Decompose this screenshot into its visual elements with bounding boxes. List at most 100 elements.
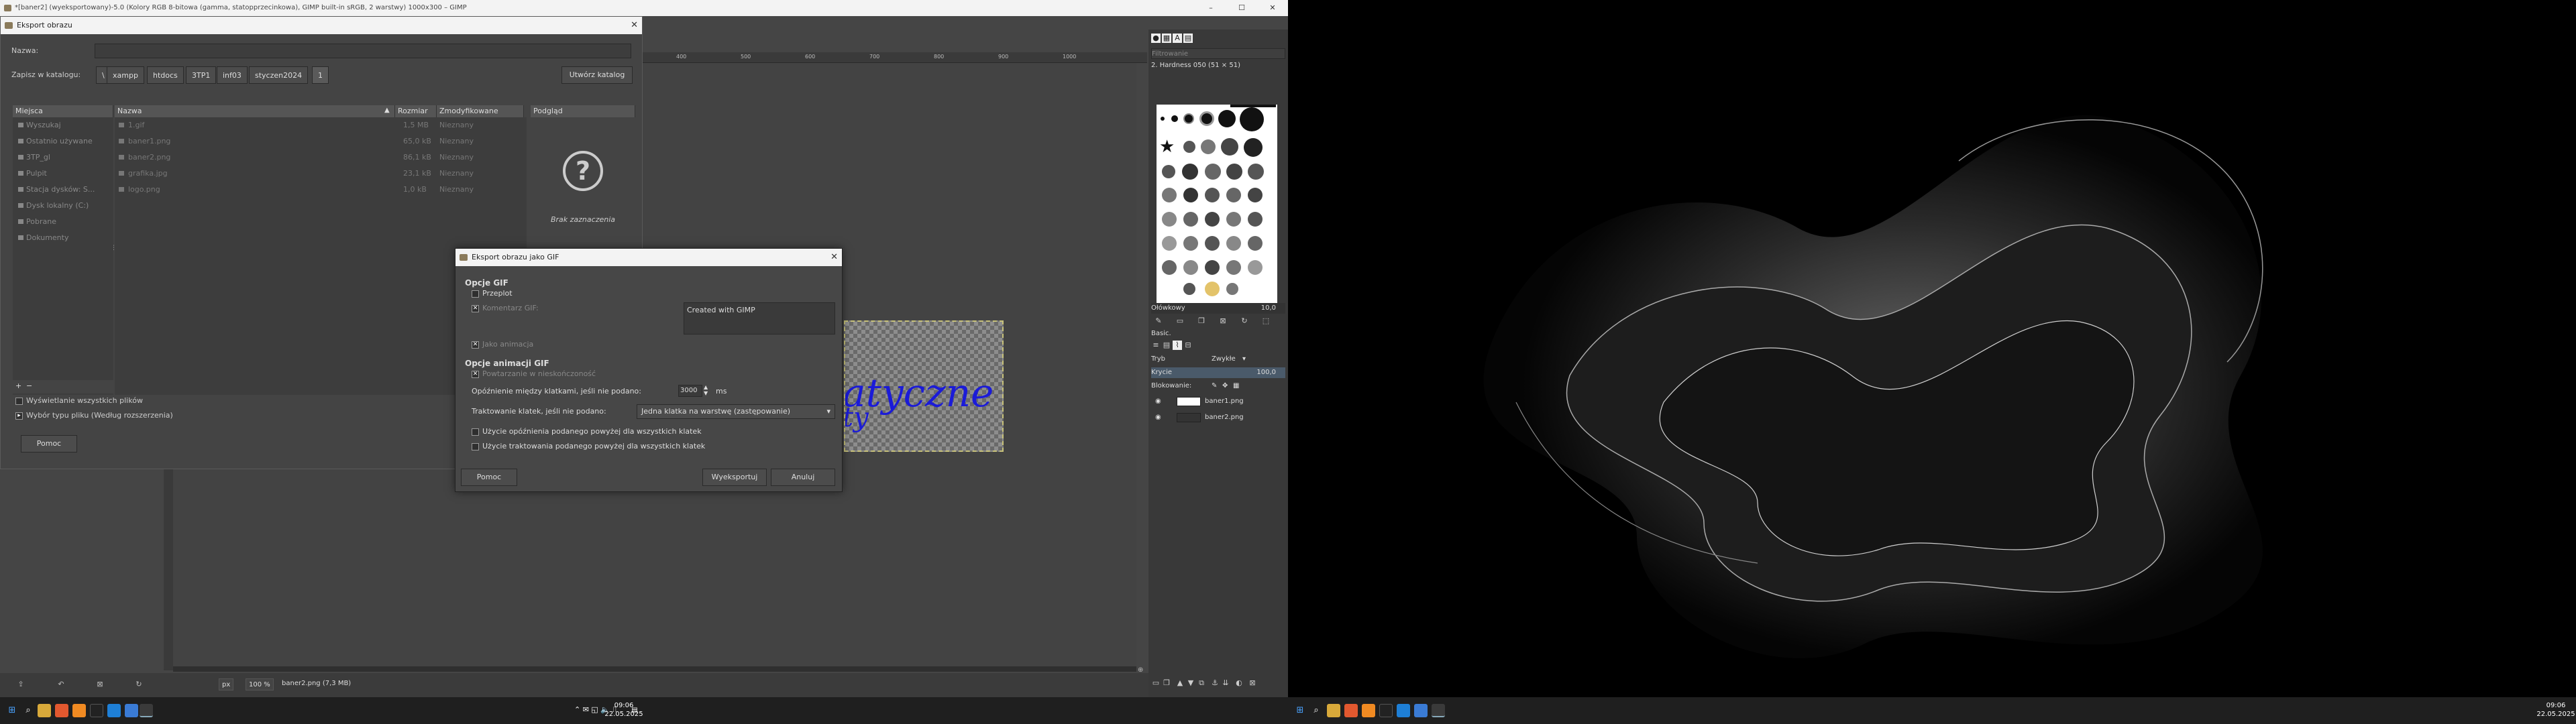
refresh-brush-icon[interactable]: ↻ [1240,316,1249,326]
as-animation-label[interactable]: Jako animacja [482,340,533,349]
place-item[interactable]: Stacja dysków: S... [18,183,95,196]
place-item[interactable]: Dokumenty [18,231,68,245]
terminal-icon[interactable] [1379,704,1393,717]
xampp-icon[interactable] [72,704,86,717]
path-1[interactable]: 1 [312,66,329,84]
file-row[interactable]: baner1.png 65,0 kB Nieznany [115,135,527,148]
lower-layer-icon[interactable]: ▼ [1186,678,1195,688]
path-3tp1[interactable]: 3TP1 [186,66,217,84]
mask-layer-icon[interactable]: ◐ [1234,678,1244,688]
use-delay-all-label[interactable]: Użycie opóźnienia podanego powyżej dla w… [482,427,702,436]
select-file-type-label[interactable]: Wybór typu pliku (Według rozszerzenia) [26,411,173,420]
show-all-files-label[interactable]: Wyświetlanie wszystkich plików [26,396,143,405]
new-brush-icon[interactable]: ▭ [1175,316,1185,326]
remove-place-button[interactable]: − [26,381,32,390]
gif-comment-checkbox[interactable]: ✕ [472,305,479,312]
delay-input[interactable]: 3000 [678,385,702,397]
horizontal-scrollbar[interactable] [173,666,1136,672]
duplicate-brush-icon[interactable]: ❐ [1197,316,1206,326]
opacity-row[interactable]: Krycie 100,0 [1151,367,1285,378]
new-layer-icon[interactable]: ▭ [1151,678,1161,688]
fonts-tab-icon[interactable]: A [1173,34,1182,43]
loop-forever-label[interactable]: Powtarzanie w nieskończoność [482,369,596,378]
loop-forever-checkbox[interactable]: ✕ [472,371,479,378]
gradients-tab-icon[interactable]: ▤ [1183,34,1193,43]
brush-spacing-value[interactable]: 10,0 [1261,303,1276,314]
place-item[interactable]: Dysk lokalny (C:) [18,199,89,213]
anchor-layer-icon[interactable]: ⚓ [1210,678,1220,688]
export-icon[interactable]: ⇪ [16,680,25,689]
channels-tab-icon[interactable]: ▤ [1162,341,1171,350]
layers-tab-icon[interactable]: ≡ [1151,341,1161,350]
brush-grid[interactable]: ★ [1157,105,1277,306]
place-item[interactable]: Ostatnio używane [18,135,93,148]
search-icon[interactable]: ⌕ [21,704,35,717]
preset-label[interactable]: Basic. [1151,328,1285,339]
notification-icon[interactable]: ▤ [628,704,641,717]
sort-ascending-icon[interactable]: ▲ [384,107,390,114]
file-row[interactable]: baner2.png 86,1 kB Nieznany [115,151,527,164]
export-button[interactable]: Wyeksportuj [702,469,767,486]
delete-brush-icon[interactable]: ⊠ [1218,316,1228,326]
file-row[interactable]: 1.gif 1,5 MB Nieznany [115,119,527,132]
use-dispose-all-checkbox[interactable] [472,443,479,450]
browser-icon[interactable] [125,704,138,717]
places-header[interactable]: Miejsca [13,105,113,117]
lock-alpha-icon[interactable]: ▦ [1233,381,1239,391]
select-file-type-expander[interactable]: ▸ [15,412,23,420]
opacity-value[interactable]: 100,0 [1256,367,1276,378]
interlace-label[interactable]: Przeplot [482,289,513,298]
file-explorer-icon[interactable] [38,704,51,717]
xampp-icon[interactable] [1362,704,1375,717]
layer-row[interactable]: ◉ baner2.png [1151,410,1284,425]
start-icon[interactable]: ⊞ [1293,704,1307,717]
gimp-taskbar-icon[interactable] [1432,704,1445,717]
place-item[interactable]: 3TP_gl [18,151,50,164]
gif-comment-label[interactable]: Komentarz GIF: [482,304,539,312]
add-place-button[interactable]: + [15,381,21,390]
file-row[interactable]: logo.png 1,0 kB Nieznany [115,183,527,196]
browser-icon[interactable] [1414,704,1428,717]
brave-browser-icon[interactable] [55,704,68,717]
mode-select[interactable]: Zwykłe [1212,354,1236,365]
brave-browser-icon[interactable] [1344,704,1358,717]
layer-row[interactable]: ◉ baner1.png [1151,394,1284,409]
close-icon[interactable]: ✕ [631,17,638,34]
duplicate-layer-icon[interactable]: ⧉ [1197,678,1206,688]
eye-icon[interactable]: ◉ [1155,394,1161,409]
modified-column-header[interactable]: Zmodyfikowane [437,105,524,117]
merge-layer-icon[interactable]: ⇊ [1221,678,1230,688]
edit-brush-icon[interactable]: ✎ [1154,316,1163,326]
minimize-button[interactable]: – [1195,0,1226,16]
lock-pixels-icon[interactable]: ✎ [1212,381,1217,391]
file-explorer-icon[interactable] [1327,704,1340,717]
start-icon[interactable]: ⊞ [5,704,19,717]
unit-select[interactable]: px [219,678,234,690]
close-icon[interactable]: ✕ [830,249,838,266]
brush-filter-input[interactable]: Filtrowanie [1151,48,1285,59]
place-item[interactable]: Wyszukaj [18,119,61,132]
vscode-icon[interactable] [1397,704,1410,717]
close-button[interactable]: ✕ [1257,0,1288,16]
image-layer-preview[interactable]: atyczne ty [844,320,1004,452]
taskbar-clock[interactable]: 09:06 22.05.2025 [2536,701,2576,719]
terminal-icon[interactable] [90,704,103,717]
place-item[interactable]: Pobrane [18,215,56,229]
path-xampp[interactable]: xampp [107,66,144,84]
raise-layer-icon[interactable]: ▲ [1175,678,1185,688]
help-button[interactable]: Pomoc [461,469,517,486]
chevron-down-icon[interactable]: ▾ [1242,354,1246,365]
chevron-down-icon[interactable]: ▾ [826,405,830,418]
undo-history-tab-icon[interactable]: ⊟ [1183,341,1193,350]
search-icon[interactable]: ⌕ [1309,704,1323,717]
path-htdocs[interactable]: htdocs [147,66,184,84]
file-row[interactable]: grafika.jpg 23,1 kB Nieznany [115,167,527,180]
cancel-button[interactable]: Anuluj [771,469,835,486]
create-folder-button[interactable]: Utwórz katalog [561,66,633,84]
vscode-icon[interactable] [107,704,121,717]
open-brush-icon[interactable]: ⬚ [1261,316,1271,326]
help-button[interactable]: Pomoc [21,435,77,452]
place-item[interactable]: Pulpit [18,167,47,180]
maximize-button[interactable]: ☐ [1226,0,1257,16]
eye-icon[interactable]: ◉ [1155,410,1161,425]
